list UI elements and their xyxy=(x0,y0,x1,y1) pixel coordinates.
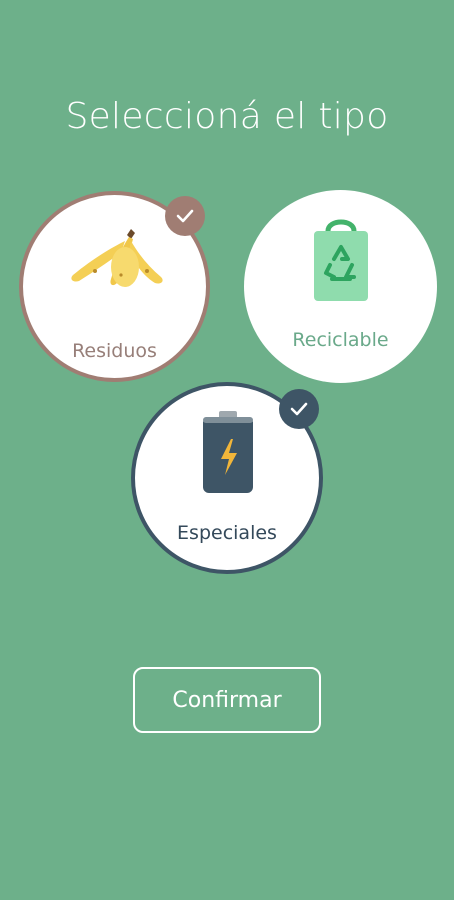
banana-peel-icon xyxy=(71,229,163,287)
confirm-button[interactable]: Confirmar xyxy=(133,667,321,733)
recycle-bag-icon xyxy=(314,219,368,301)
check-icon xyxy=(279,389,319,429)
check-icon xyxy=(165,196,205,236)
option-label: Reciclable xyxy=(292,329,389,351)
page-title: Seleccioná el tipo xyxy=(65,96,389,137)
option-label: Residuos xyxy=(72,340,157,362)
option-reciclable[interactable]: Reciclable xyxy=(244,190,437,383)
option-label: Especiales xyxy=(177,522,277,544)
battery-icon xyxy=(203,411,253,493)
